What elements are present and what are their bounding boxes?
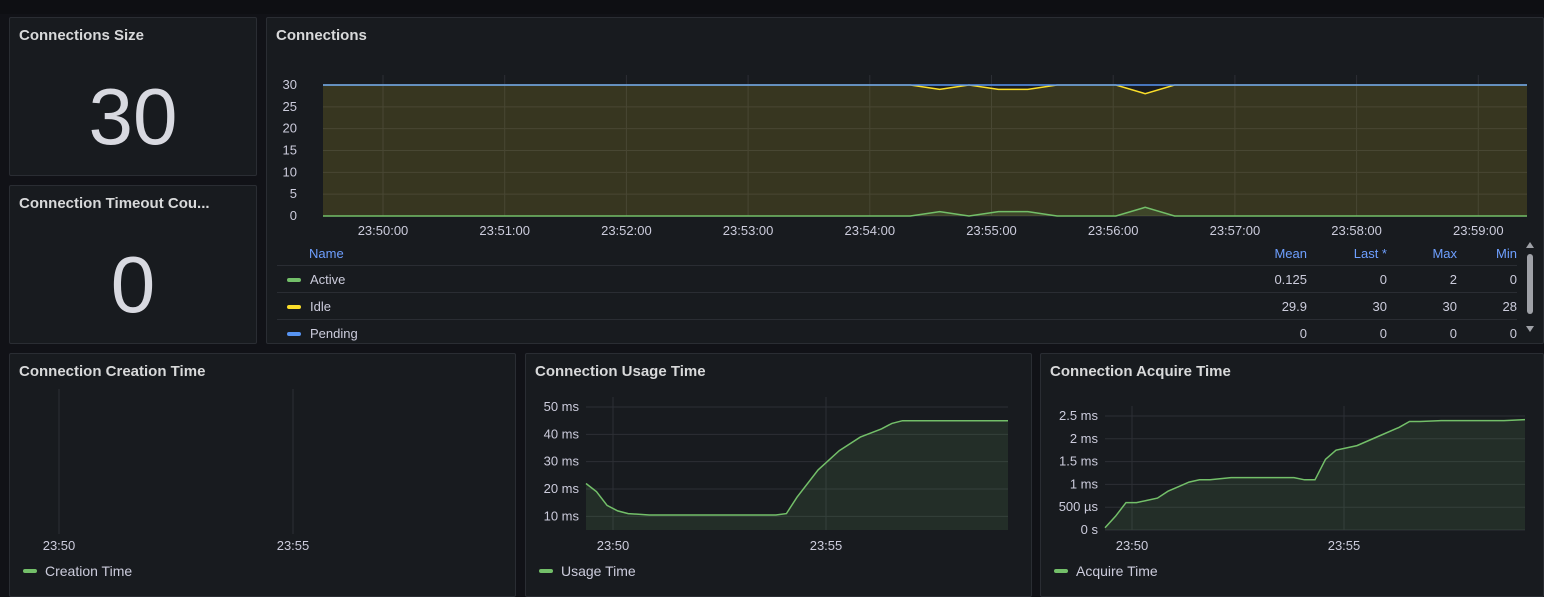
x-tick-label: 23:50 — [1116, 538, 1149, 553]
series-swatch-pending — [287, 332, 301, 337]
panel-connections-size: Connections Size 30 — [9, 17, 257, 176]
series-swatch-idle — [287, 305, 301, 310]
y-tick-label: 20 — [283, 121, 297, 136]
series-area-idle — [323, 85, 1527, 216]
legend-min: 28 — [1457, 292, 1517, 320]
x-tick-label: 23:58:00 — [1331, 223, 1382, 238]
legend-name: Idle — [310, 298, 331, 314]
y-tick-label: 10 ms — [544, 508, 580, 523]
x-tick-label: 23:51:00 — [479, 223, 530, 238]
y-tick-label: 0 — [290, 208, 297, 223]
panel-title: Connection Timeout Cou... — [19, 195, 210, 212]
legend-mean: 0.125 — [1011, 265, 1307, 293]
y-tick-label: 2 ms — [1070, 431, 1099, 446]
series-swatch-active — [287, 278, 301, 283]
y-tick-label: 10 — [283, 164, 297, 179]
legend-min: 0 — [1457, 319, 1517, 343]
series-swatch — [23, 569, 37, 573]
y-tick-label: 30 ms — [544, 454, 580, 469]
legend-label: Usage Time — [561, 563, 636, 579]
x-tick-label: 23:53:00 — [723, 223, 774, 238]
legend-max: 0 — [1387, 319, 1457, 343]
x-tick-label: 23:54:00 — [844, 223, 895, 238]
x-tick-label: 23:55 — [1328, 538, 1361, 553]
scroll-down-arrow-icon[interactable] — [1526, 326, 1534, 332]
scroll-up-arrow-icon[interactable] — [1526, 242, 1534, 248]
legend-row-idle[interactable]: Idle 29.9 30 30 28 — [277, 292, 1517, 320]
legend-header-max[interactable]: Max — [1387, 241, 1457, 266]
panel-connections: Connections 0 5 10 15 20 25 30 23:50:00 23:51:00… — [266, 17, 1544, 344]
legend-header-mean[interactable]: Mean — [1011, 241, 1307, 266]
series-swatch — [1054, 569, 1068, 573]
stat-value: 0 — [110, 240, 156, 329]
y-tick-label: 40 ms — [544, 426, 580, 441]
x-tick-label: 23:55 — [810, 538, 843, 553]
y-tick-label: 15 — [283, 143, 297, 158]
legend-name: Pending — [310, 325, 358, 341]
x-tick-label: 23:57:00 — [1210, 223, 1261, 238]
legend-header-row: Name Mean Last * Max Min — [277, 241, 1517, 266]
legend-name: Active — [310, 271, 346, 287]
legend-label: Acquire Time — [1076, 563, 1158, 579]
legend-usage-time[interactable]: Usage Time — [539, 563, 636, 579]
series-swatch — [539, 569, 553, 573]
legend-creation-time[interactable]: Creation Time — [23, 563, 132, 579]
legend-mean: 29.9 — [1011, 292, 1307, 320]
legend-min: 0 — [1457, 265, 1517, 293]
legend-acquire-time[interactable]: Acquire Time — [1054, 563, 1158, 579]
y-tick-label: 20 ms — [544, 481, 580, 496]
connections-chart: 0 5 10 15 20 25 30 23:50:00 23:51:00 23:52:00 23:5… — [283, 75, 1527, 238]
x-tick-label: 23:50 — [43, 538, 76, 553]
scrollbar-thumb[interactable] — [1527, 254, 1533, 314]
series-area-usage-time — [586, 420, 1008, 530]
y-tick-label: 30 — [283, 77, 297, 92]
creation-time-chart: 23:50 23:55 — [43, 389, 310, 553]
top-bar — [0, 0, 1544, 14]
panel-connection-usage-time: Connection Usage Time 10 ms 20 ms 30 ms 40 … — [525, 353, 1032, 597]
y-tick-label: 5 — [290, 186, 297, 201]
panel-connection-timeout-count: Connection Timeout Cou... 0 — [9, 185, 257, 344]
legend-label: Creation Time — [45, 563, 133, 579]
legend-max: 30 — [1387, 292, 1457, 320]
legend-last: 0 — [1307, 265, 1387, 293]
x-tick-label: 23:50 — [597, 538, 630, 553]
acquire-time-chart: 0 s 500 µs 1 ms 1.5 ms 2 ms 2.5 ms 23:50 23:55 — [1059, 406, 1526, 553]
connections-legend-table: Name Mean Last * Max Min Active 0.125 0 … — [277, 241, 1517, 343]
usage-time-chart: 10 ms 20 ms 30 ms 40 ms 50 ms 23:50 23:55 — [544, 397, 1008, 553]
legend-last: 30 — [1307, 292, 1387, 320]
y-tick-label: 2.5 ms — [1059, 408, 1099, 423]
legend-mean: 0 — [1011, 319, 1307, 343]
y-tick-label: 1 ms — [1070, 476, 1099, 491]
legend-header-name[interactable]: Name — [277, 241, 1011, 266]
y-tick-label: 500 µs — [1059, 499, 1099, 514]
legend-scrollbar[interactable] — [1525, 242, 1535, 334]
legend-max: 2 — [1387, 265, 1457, 293]
x-tick-label: 23:50:00 — [358, 223, 409, 238]
y-tick-label: 25 — [283, 99, 297, 114]
legend-row-pending[interactable]: Pending 0 0 0 0 — [277, 319, 1517, 343]
panel-connection-creation-time: Connection Creation Time 23:50 23:55 Crea… — [9, 353, 516, 597]
panel-connection-acquire-time: Connection Acquire Time 0 s 500 µs 1 ms 1.5… — [1040, 353, 1544, 597]
x-tick-label: 23:59:00 — [1453, 223, 1504, 238]
series-area-acquire-time — [1105, 419, 1525, 530]
y-tick-label: 1.5 ms — [1059, 454, 1099, 469]
x-tick-label: 23:56:00 — [1088, 223, 1139, 238]
x-tick-label: 23:55:00 — [966, 223, 1017, 238]
y-tick-label: 50 ms — [544, 399, 580, 414]
legend-last: 0 — [1307, 319, 1387, 343]
legend-header-last[interactable]: Last * — [1307, 241, 1387, 266]
x-tick-label: 23:55 — [277, 538, 310, 553]
x-tick-label: 23:52:00 — [601, 223, 652, 238]
legend-header-min[interactable]: Min — [1457, 241, 1517, 266]
panel-title: Connections Size — [19, 27, 145, 44]
legend-row-active[interactable]: Active 0.125 0 2 0 — [277, 265, 1517, 293]
stat-value: 30 — [88, 72, 178, 161]
y-tick-label: 0 s — [1081, 522, 1099, 537]
